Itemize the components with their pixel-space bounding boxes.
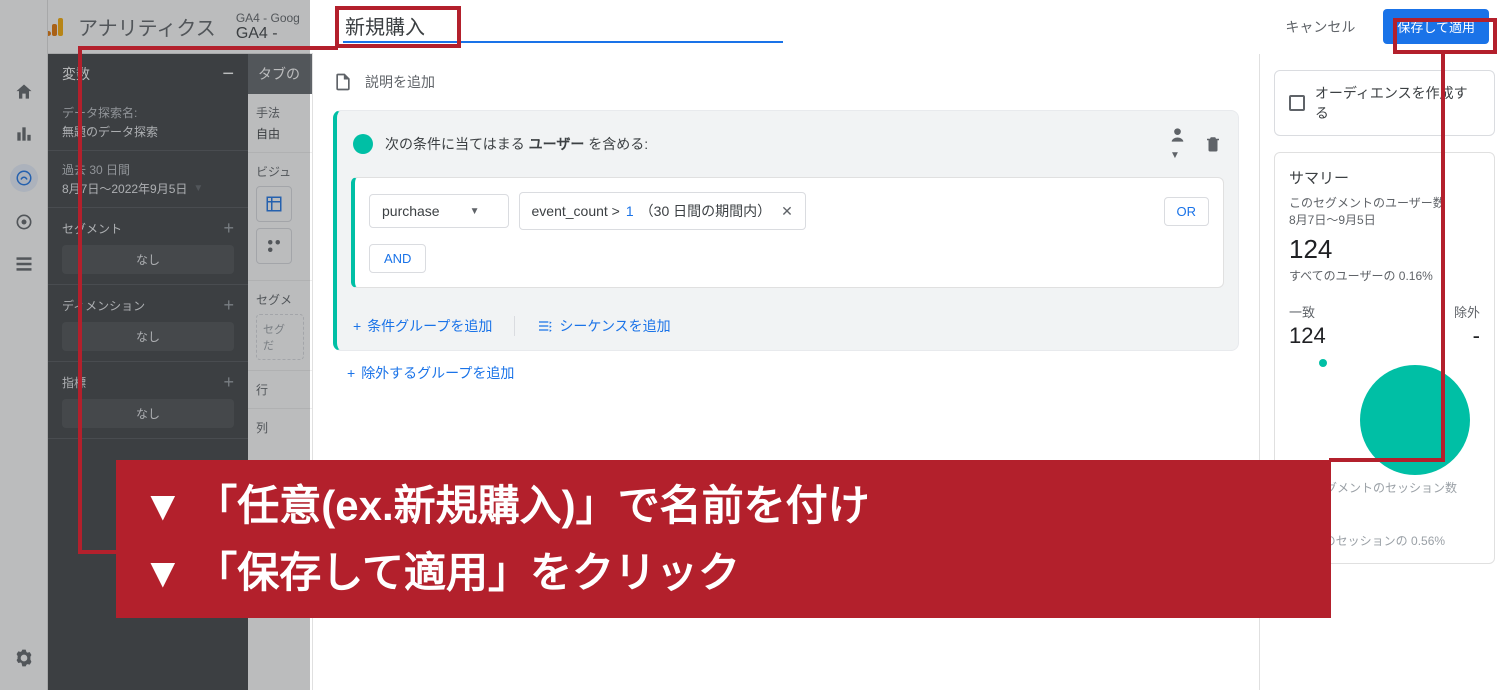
dimensions-label: ディメンション	[62, 297, 145, 314]
viz-other-icon[interactable]	[256, 228, 292, 264]
technique-label: 手法	[256, 104, 304, 121]
add-exclude-group-button[interactable]: + 除外するグループを追加	[347, 363, 1239, 383]
breadcrumb-top: GA4 - Goog	[236, 11, 300, 25]
divider	[514, 316, 515, 336]
condition-header: 次の条件に当てはまる ユーザー を含める: ▼	[337, 111, 1238, 177]
venn-small-dot	[1319, 359, 1327, 367]
reports-icon[interactable]	[12, 122, 36, 146]
plus-icon: +	[347, 365, 355, 381]
advertising-icon[interactable]	[12, 210, 36, 234]
include-suffix: を含める:	[584, 136, 648, 152]
include-indicator-icon	[353, 134, 373, 154]
scope-selector-icon[interactable]: ▼	[1170, 125, 1190, 163]
segment-none[interactable]: なし	[62, 245, 234, 274]
description-icon	[333, 72, 353, 92]
include-text: 次の条件に当てはまる ユーザー を含める:	[385, 134, 648, 154]
add-description-button[interactable]: 説明を追加	[333, 72, 1239, 92]
delete-group-icon[interactable]	[1204, 135, 1222, 153]
date-range-label: 過去 30 日間	[62, 161, 234, 178]
add-condition-group-label: 条件グループを追加	[367, 316, 492, 336]
save-apply-button[interactable]: 保存して適用	[1383, 9, 1489, 44]
or-button[interactable]: OR	[1164, 197, 1210, 226]
annotation-line1: ▼ 「任意(ex.新規購入)」で名前を付け	[142, 472, 1331, 539]
home-icon[interactable]	[12, 80, 36, 104]
remove-param-icon[interactable]: ✕	[781, 203, 793, 220]
add-exclude-label: 除外するグループを追加	[361, 363, 514, 383]
exclude-value: -	[1454, 323, 1480, 349]
collapse-icon[interactable]: −	[222, 63, 234, 86]
add-metric-icon[interactable]: +	[223, 372, 234, 393]
nav-rail	[0, 0, 48, 690]
plus-icon: +	[353, 318, 361, 334]
exclude-label: 除外	[1454, 302, 1480, 321]
match-value: 124	[1289, 323, 1326, 349]
app-title: アナリティクス	[78, 12, 216, 41]
annotation-connector	[78, 46, 338, 50]
parameter-chip[interactable]: event_count > 1 （30 日間の期間内） ✕	[519, 192, 806, 230]
segment-hint: セグ	[263, 324, 285, 336]
annotation-connector	[78, 46, 82, 554]
summary-users-count: 124	[1289, 234, 1480, 265]
create-audience-label: オーディエンスを作成する	[1315, 83, 1480, 123]
breadcrumb[interactable]: GA4 - Goog GA4 -	[236, 11, 300, 43]
tab-settings-title: タブの	[248, 54, 312, 94]
metric-none[interactable]: なし	[62, 399, 234, 428]
annotation-connector	[1441, 52, 1445, 462]
checkbox-icon	[1289, 95, 1305, 111]
event-selector[interactable]: purchase ▼	[369, 194, 509, 228]
annotation-banner: ▼ 「任意(ex.新規購入)」で名前を付け ▼ 「保存して適用」をクリック	[116, 460, 1331, 618]
segment-hint2: だ	[263, 340, 274, 352]
include-scope: ユーザー	[529, 136, 585, 152]
condition-card: 次の条件に当てはまる ユーザー を含める: ▼ purchase ▼	[333, 110, 1239, 351]
condition-row-container: purchase ▼ event_count > 1（30 日間の期間内） ✕ …	[351, 177, 1224, 288]
sequence-icon	[537, 318, 553, 334]
settings-icon[interactable]	[12, 646, 36, 670]
configure-icon[interactable]	[12, 252, 36, 276]
venn-chart	[1289, 355, 1480, 475]
summary-users-label: このセグメントのユーザー数	[1289, 194, 1480, 211]
chevron-down-icon: ▼	[470, 206, 480, 217]
add-dimension-icon[interactable]: +	[223, 295, 234, 316]
add-sequence-label: シーケンスを追加	[559, 316, 670, 336]
annotation-connector	[78, 550, 118, 554]
match-label: 一致	[1289, 302, 1326, 321]
technique-value[interactable]: 自由	[256, 125, 304, 142]
and-button[interactable]: AND	[369, 244, 426, 273]
tab-segment-label: セグメ	[256, 291, 304, 308]
segments-label: セグメント	[62, 220, 122, 237]
cols-label: 列	[248, 409, 312, 446]
exploration-name-label: データ探索名:	[62, 104, 234, 121]
param-prefix: event_count >	[532, 203, 620, 219]
dimension-none[interactable]: なし	[62, 322, 234, 351]
add-description-label: 説明を追加	[365, 72, 435, 92]
add-segment-icon[interactable]: +	[223, 218, 234, 239]
viz-label: ビジュ	[256, 163, 304, 180]
summary-users-dates: 8月7日～9月5日	[1289, 211, 1480, 228]
create-audience-checkbox[interactable]: オーディエンスを作成する	[1274, 70, 1495, 136]
viz-table-icon[interactable]	[256, 186, 292, 222]
segment-name-input[interactable]	[343, 10, 783, 43]
add-condition-group-button[interactable]: + 条件グループを追加	[353, 316, 492, 336]
chevron-down-icon: ▼	[193, 183, 203, 194]
date-range-value[interactable]: 8月7日～2022年9月5日 ▼	[62, 180, 234, 197]
variables-title: 変数	[62, 64, 90, 84]
include-prefix: 次の条件に当てはまる	[385, 136, 529, 152]
editor-header: キャンセル 保存して適用	[313, 0, 1509, 54]
rows-label: 行	[248, 371, 312, 409]
segment-dropzone[interactable]: セグ だ	[256, 314, 304, 360]
summary-users-pct: すべてのユーザーの 0.16%	[1289, 267, 1480, 284]
summary-title: サマリー	[1289, 167, 1480, 188]
param-suffix: （30 日間の期間内）	[640, 201, 771, 221]
exploration-name[interactable]: 無題のデータ探索	[62, 123, 234, 140]
breadcrumb-main: GA4 -	[236, 25, 300, 43]
annotation-line2: ▼ 「保存して適用」をクリック	[142, 539, 1331, 606]
explore-icon[interactable]	[10, 164, 38, 192]
cancel-button[interactable]: キャンセル	[1273, 9, 1367, 45]
param-value: 1	[626, 203, 634, 219]
add-sequence-button[interactable]: シーケンスを追加	[537, 316, 670, 336]
metrics-label: 指標	[62, 374, 86, 391]
event-name: purchase	[382, 203, 440, 219]
annotation-connector	[1329, 458, 1445, 462]
